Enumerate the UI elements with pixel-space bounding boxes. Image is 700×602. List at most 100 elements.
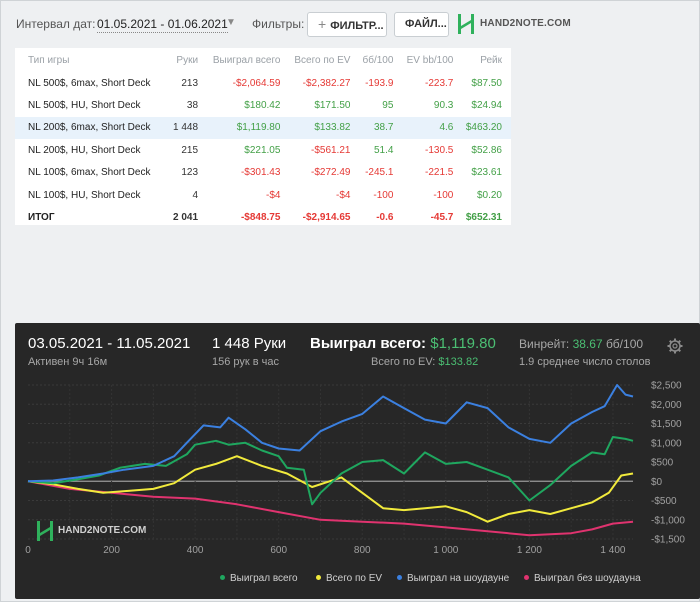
series-line-ev-total — [27, 455, 634, 523]
x-tick-label: 1 000 — [433, 545, 458, 556]
table-row[interactable]: NL 500$, HU, Short Deck 38 $180.42 $171.… — [15, 94, 511, 116]
table-row-selected[interactable]: NL 200$, 6max, Short Deck 1 448 $1,119.8… — [15, 116, 511, 140]
session-ev-total: Всего по EV: $133.82 — [371, 356, 478, 368]
cell-bb100: 51.4 — [373, 144, 394, 156]
x-tick-label: 600 — [270, 545, 287, 556]
date-range-picker[interactable]: 01.05.2021 - 01.06.2021 — [97, 17, 228, 33]
cell-ev-total: -$272.49 — [310, 167, 351, 179]
y-tick-label: $2,500 — [651, 381, 682, 392]
legend-dot — [524, 574, 529, 580]
legend-dot — [316, 574, 321, 580]
bankroll-line-chart: $2,500 $2,000 $1,500 $1,000 $500 $0 -$500 -$1,0… — [25, 381, 685, 557]
y-tick-label: $1,500 — [651, 419, 682, 430]
x-tick-label: 800 — [354, 545, 371, 556]
legend-label: Выиграл без шоудауна — [534, 573, 641, 584]
cell-ev-bb100: 4.6 — [402, 116, 463, 140]
series-line-showdown — [27, 384, 634, 483]
hand2note-logo-text: HAND2NOTE.COM — [58, 525, 147, 536]
filters-label: Фильтры: — [252, 17, 305, 31]
y-tick-label: -$1,500 — [651, 535, 685, 546]
session-winrate: Винрейт: 38.67 бб/100 — [519, 337, 643, 351]
legend-item-non-showdown[interactable]: Выиграл без шоудауна — [524, 573, 641, 584]
y-tick-label: $1,000 — [651, 438, 682, 449]
legend-label: Выиграл всего — [230, 573, 298, 584]
legend-item-ev-total[interactable]: Всего по EV — [316, 573, 382, 584]
cell-total-ev: -$2,914.65 — [302, 212, 351, 224]
cell-ev-bb100: -221.5 — [425, 167, 454, 179]
cell-won-total: $180.42 — [244, 100, 281, 112]
won-label: Выиграл всего: — [310, 335, 427, 352]
date-interval-label: Интервал дат: — [16, 17, 96, 31]
legend-label: Выиграл на шоудауне — [407, 573, 510, 584]
table-row[interactable]: NL 200$, HU, Short Deck 215 $221.05 -$56… — [15, 139, 511, 161]
session-hands-rate: 156 рук в час — [212, 356, 280, 368]
filter-button[interactable]: + ФИЛЬТР... — [307, 12, 387, 37]
session-avg-tables: 1.9 среднее число столов — [519, 356, 651, 368]
cell-hands: 1 448 — [170, 116, 208, 140]
session-hands: 1 448 Руки — [212, 335, 287, 352]
cell-ev-bb100: -100 — [433, 189, 454, 201]
y-tick-label: $0 — [651, 477, 663, 488]
column-header-game-type[interactable]: Тип игры — [15, 48, 170, 72]
cell-ev-total: -$561.21 — [310, 144, 351, 156]
column-header-ev-bb100[interactable]: EV bb/100 — [402, 48, 462, 72]
cell-won-total: $1,119.80 — [207, 116, 290, 140]
column-header-rake[interactable]: Рейк — [462, 48, 511, 72]
y-tick-label: -$1,000 — [651, 515, 685, 526]
cell-game-type: NL 100$, HU, Short Deck — [28, 189, 141, 201]
settings-gear-icon[interactable] — [667, 338, 683, 354]
cell-game-type: NL 100$, 6max, Short Deck — [28, 167, 151, 179]
cell-won-total: -$4 — [265, 189, 281, 201]
cell-rake: $24.94 — [471, 100, 502, 112]
cell-bb100: -193.9 — [365, 77, 394, 89]
cell-won-total: $221.05 — [244, 144, 281, 156]
table-row[interactable]: NL 100$, 6max, Short Deck 123 -$301.43 -… — [15, 162, 511, 184]
column-header-won-total[interactable]: Выиграл всего — [207, 48, 289, 72]
cell-game-type: NL 200$, HU, Short Deck — [28, 144, 141, 156]
table-header-row: Тип игры Руки Выиграл всего Всего по EV … — [15, 48, 511, 72]
game-stats-table: Тип игры Руки Выиграл всего Всего по EV … — [15, 48, 511, 225]
winrate-value: 38.67 — [572, 337, 603, 351]
cell-hands: 4 — [192, 189, 199, 201]
cell-rake: $0.20 — [476, 189, 502, 201]
x-tick-label: 1 200 — [517, 545, 542, 556]
session-won-total: Выиграл всего: $1,119.80 — [310, 335, 496, 352]
ev-value: $133.82 — [438, 356, 479, 368]
y-tick-label: $500 — [651, 458, 674, 469]
cell-total-bb100: -0.6 — [376, 212, 394, 224]
table-row[interactable]: NL 100$, HU, Short Deck 4 -$4 -$4 -100 -… — [15, 184, 511, 206]
legend-item-showdown[interactable]: Выиграл на шоудауне — [397, 573, 509, 584]
winrate-unit: бб/100 — [605, 337, 644, 351]
cell-ev-total: -$4 — [336, 189, 351, 201]
won-value: $1,119.80 — [430, 335, 496, 352]
cell-bb100: 95 — [382, 100, 394, 112]
cell-total-ev-bb100: -45.7 — [430, 212, 454, 224]
cell-won-total: -$301.43 — [240, 167, 281, 179]
cell-rake: $52.86 — [471, 144, 502, 156]
cell-game-type: NL 500$, 6max, Short Deck — [28, 77, 151, 89]
column-header-bb100[interactable]: бб/100 — [359, 48, 402, 72]
column-header-ev-total[interactable]: Всего по EV — [289, 48, 359, 72]
table-total-row: ИТОГ 2 041 -$848.75 -$2,914.65 -0.6 -45.… — [15, 206, 511, 228]
cell-bb100: -100 — [373, 189, 394, 201]
ev-label: Всего по EV: — [371, 356, 436, 368]
cell-ev-total: $133.82 — [289, 116, 360, 140]
cell-hands: 215 — [181, 144, 199, 156]
hand2note-logo-text: HAND2NOTE.COM — [480, 18, 571, 29]
chevron-down-icon[interactable]: ▼ — [226, 17, 236, 28]
table-row[interactable]: NL 500$, 6max, Short Deck 213 -$2,064.59… — [15, 72, 511, 94]
cell-bb100: -245.1 — [365, 167, 394, 179]
cell-hands: 213 — [181, 77, 199, 89]
x-tick-label: 0 — [25, 545, 31, 556]
file-button[interactable]: ФАЙЛ... — [394, 12, 449, 37]
cell-total-won: -$848.75 — [240, 212, 281, 224]
cell-game-type: NL 200$, 6max, Short Deck — [15, 116, 171, 140]
cell-rake: $463.20 — [462, 116, 511, 140]
filter-button-label: ФИЛЬТР... — [330, 20, 384, 32]
legend-item-won-total[interactable]: Выиграл всего — [220, 573, 298, 584]
column-header-hands[interactable]: Руки — [170, 48, 207, 72]
cell-ev-bb100: -130.5 — [425, 144, 454, 156]
session-date-range: 03.05.2021 - 11.05.2021 — [28, 335, 191, 352]
cell-bb100: 38.7 — [359, 116, 403, 140]
y-tick-label: $2,000 — [651, 400, 682, 411]
